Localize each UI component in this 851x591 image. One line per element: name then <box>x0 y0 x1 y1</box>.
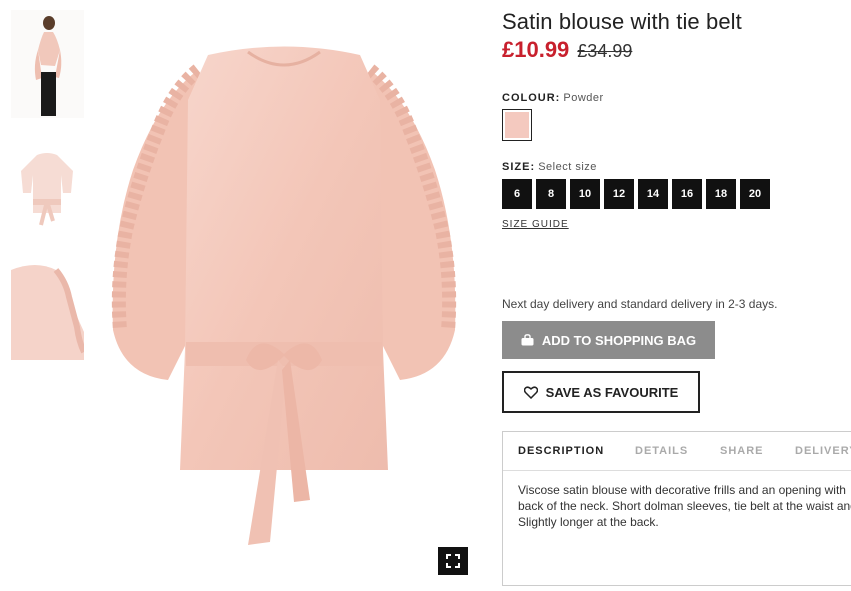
expand-image-button[interactable] <box>438 547 468 575</box>
size-option[interactable]: 10 <box>570 179 600 209</box>
product-title: Satin blouse with tie belt <box>502 9 742 34</box>
tab-details[interactable]: DETAILS <box>635 445 688 457</box>
size-guide-link[interactable]: SIZE GUIDE <box>502 219 569 230</box>
colour-value: Powder <box>563 92 604 104</box>
colour-swatch-powder[interactable] <box>502 109 532 141</box>
size-option[interactable]: 16 <box>672 179 702 209</box>
size-option[interactable]: 14 <box>638 179 668 209</box>
save-favourite-button[interactable]: SAVE AS FAVOURITE <box>502 371 700 413</box>
product-main-image <box>98 30 470 570</box>
size-option[interactable]: 8 <box>536 179 566 209</box>
thumbnail-model[interactable] <box>11 10 84 118</box>
description-line: Viscose satin blouse with decorative fri… <box>518 483 846 497</box>
size-option[interactable]: 6 <box>502 179 532 209</box>
original-price: £34.99 <box>577 41 633 61</box>
bag-icon <box>521 334 534 346</box>
tab-description[interactable]: DESCRIPTION <box>518 445 604 457</box>
price-block: £10.99 £34.99 <box>502 37 632 63</box>
size-selector-label: SIZE: Select size <box>502 161 597 173</box>
colour-selector-label: COLOUR: Powder <box>502 92 604 104</box>
description-line: back of the neck. Short dolman sleeves, … <box>518 499 851 513</box>
size-options: 6 8 10 12 14 16 18 20 <box>502 179 770 209</box>
size-value: Select size <box>538 161 597 173</box>
description-text: Viscose satin blouse with decorative fri… <box>518 482 851 530</box>
thumbnail-gallery <box>11 10 84 373</box>
colour-label: COLOUR: <box>502 92 561 104</box>
tab-delivery[interactable]: DELIVERY <box>795 445 851 457</box>
size-option[interactable]: 18 <box>706 179 736 209</box>
expand-icon <box>446 554 460 568</box>
size-option[interactable]: 12 <box>604 179 634 209</box>
thumbnail-detail[interactable] <box>11 252 84 360</box>
swatch-fill <box>505 112 529 138</box>
description-line: Slightly longer at the back. <box>518 515 659 529</box>
size-option[interactable]: 20 <box>740 179 770 209</box>
thumbnail-flat[interactable] <box>11 131 84 239</box>
product-details-tabs: DESCRIPTION DETAILS SHARE DELIVERY Visco… <box>502 431 851 586</box>
tab-bar: DESCRIPTION DETAILS SHARE DELIVERY <box>503 432 851 471</box>
heart-icon <box>523 385 538 399</box>
save-favourite-label: SAVE AS FAVOURITE <box>545 384 679 400</box>
tab-share[interactable]: SHARE <box>720 445 764 457</box>
delivery-info: Next day delivery and standard delivery … <box>502 297 778 311</box>
size-label: SIZE: <box>502 161 536 173</box>
add-to-bag-button[interactable]: ADD TO SHOPPING BAG <box>502 321 715 359</box>
add-to-bag-label: ADD TO SHOPPING BAG <box>541 332 697 348</box>
sale-price: £10.99 <box>502 37 570 62</box>
